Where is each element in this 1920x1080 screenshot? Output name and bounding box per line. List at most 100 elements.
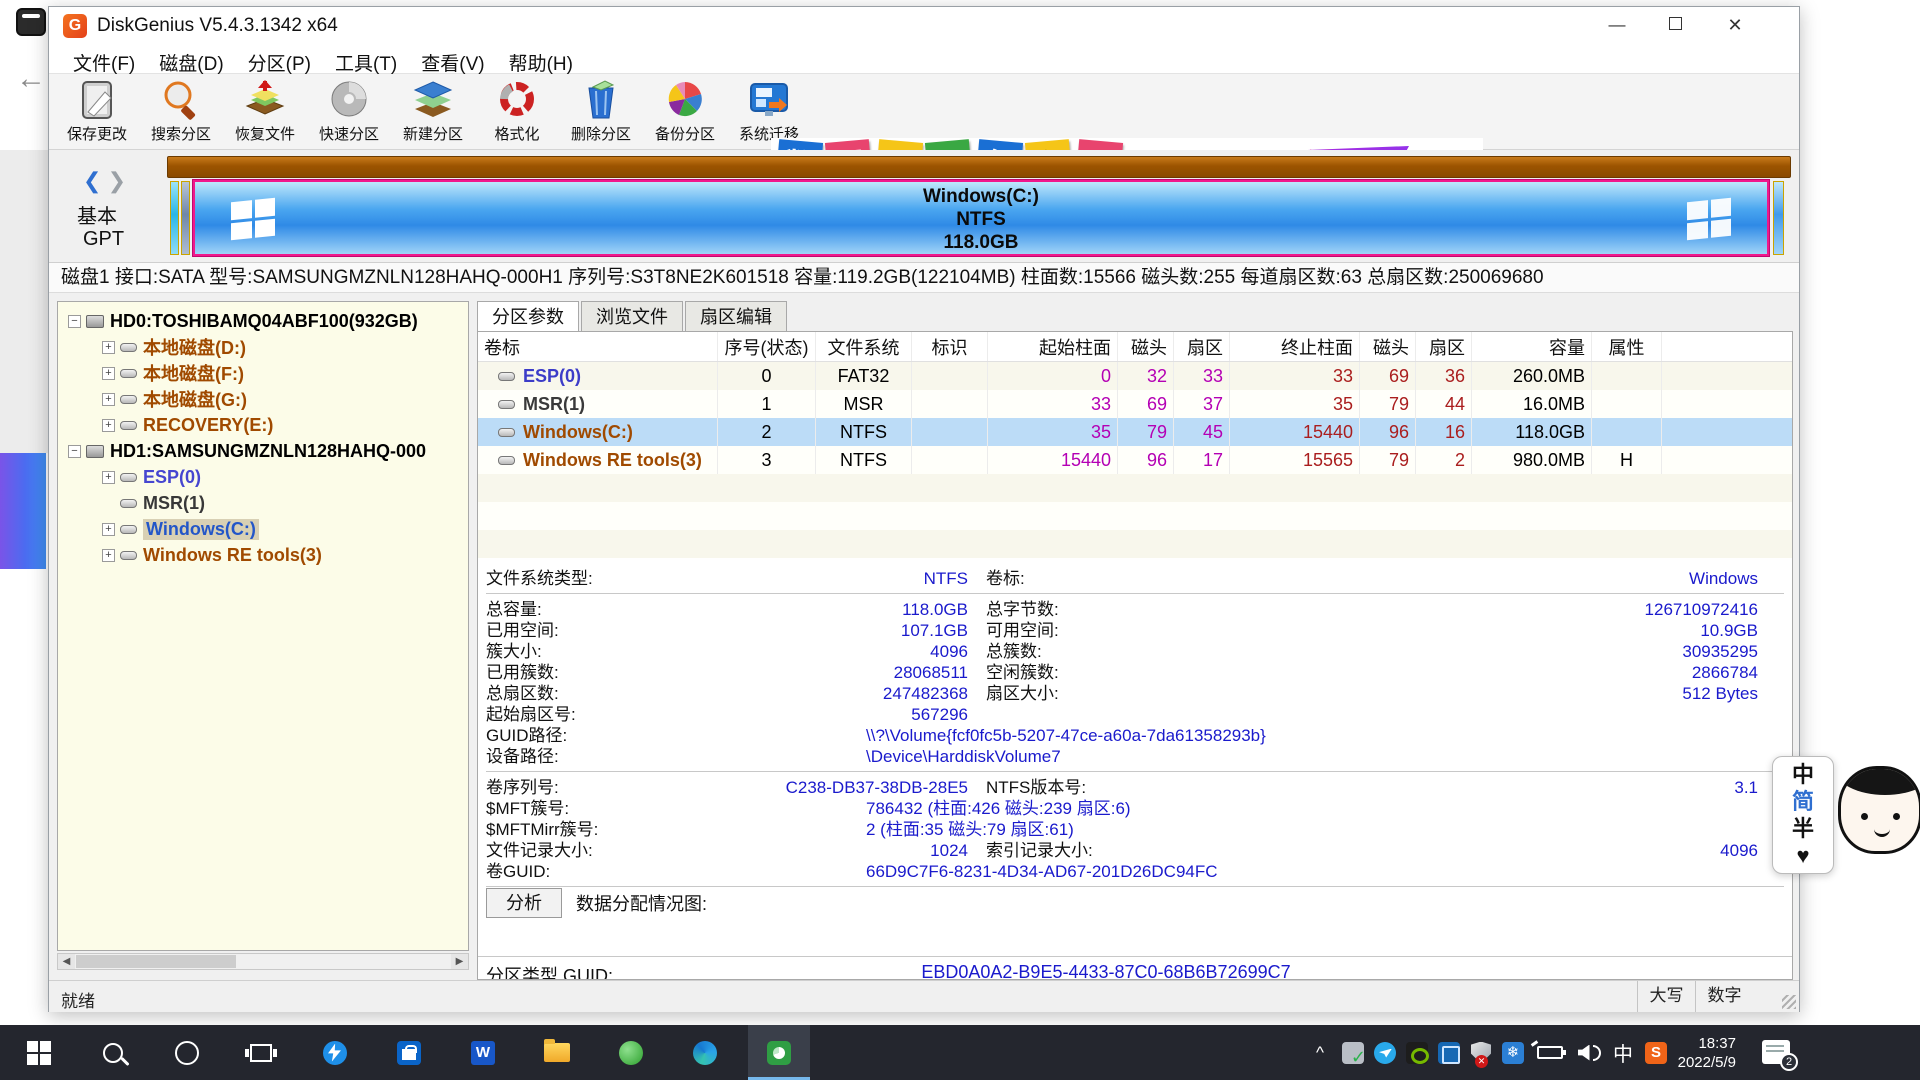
format-button[interactable]: 格式化 xyxy=(477,76,557,148)
tray-sogou-icon[interactable]: S xyxy=(1640,1025,1672,1080)
quick-partition-button[interactable]: 快速分区 xyxy=(309,76,389,148)
delete-partition-button[interactable]: 删除分区 xyxy=(561,76,641,148)
expand-icon[interactable]: + xyxy=(102,393,115,406)
cortana-icon xyxy=(175,1041,199,1065)
table-row[interactable]: Windows RE tools(3)3NTFS1544096171556579… xyxy=(478,446,1792,474)
new-partition-button[interactable]: 新建分区 xyxy=(393,76,473,148)
diskgenius-window: G DiskGenius V5.4.3.1342 x64 — ✕ 文件(F)磁盘… xyxy=(48,6,1800,1012)
msr-partition-block[interactable] xyxy=(181,181,190,255)
tray-power-icon[interactable] xyxy=(1530,1025,1570,1080)
tree-item[interactable]: +RECOVERY(E:) xyxy=(58,412,468,438)
tray-nvidia-icon[interactable] xyxy=(1402,1025,1432,1080)
windows-c-partition-block[interactable]: Windows(C:) NTFS 118.0GB xyxy=(193,180,1769,256)
new-partition-icon xyxy=(411,78,455,122)
expand-icon[interactable]: + xyxy=(102,367,115,380)
menu-bar: 文件(F)磁盘(D)分区(P)工具(T)查看(V)帮助(H) xyxy=(49,45,1799,74)
lightning-icon xyxy=(323,1041,347,1065)
tray-driver-icon[interactable] xyxy=(1338,1025,1368,1080)
tab-0[interactable]: 分区参数 xyxy=(477,301,579,331)
detail-label: 文件系统类型: xyxy=(486,568,726,589)
expand-icon[interactable]: + xyxy=(102,549,115,562)
diskgenius-taskbar-button[interactable] xyxy=(748,1025,810,1080)
detail-label: 已用簇数: xyxy=(486,662,726,683)
winre-partition-block[interactable] xyxy=(1773,181,1784,255)
tree-item[interactable]: +本地磁盘(D:) xyxy=(58,334,468,360)
back-arrow-icon[interactable]: ← xyxy=(16,62,46,96)
disk-header-bar[interactable] xyxy=(167,156,1791,178)
tree-item[interactable]: +MSR(1) xyxy=(58,490,468,516)
close-button[interactable]: ✕ xyxy=(1707,7,1763,43)
column-header: 终止柱面 xyxy=(1230,332,1360,361)
notification-center-icon[interactable]: 2 xyxy=(1762,1040,1790,1064)
search-partition-button[interactable]: 搜索分区 xyxy=(141,76,221,148)
tab-1[interactable]: 浏览文件 xyxy=(581,301,683,331)
tree-item[interactable]: −HD1:SAMSUNGMZNLN128HAHQ-000 xyxy=(58,438,468,464)
table-row[interactable]: ESP(0)0FAT3203233336936260.0MB xyxy=(478,362,1792,390)
tree-item[interactable]: +本地磁盘(F:) xyxy=(58,360,468,386)
detail-value: 1024 xyxy=(726,840,968,861)
expand-icon[interactable]: + xyxy=(102,341,115,354)
table-cell: 79 xyxy=(1118,418,1174,446)
edge-browser-button[interactable] xyxy=(674,1025,736,1080)
disk-graph-panel: ❮ ❯ 基本 GPT Windows(C:) NTFS 118.0GB xyxy=(49,150,1799,263)
table-row[interactable]: Windows(C:)2NTFS357945154409616118.0GB xyxy=(478,418,1792,446)
scrollbar-thumb[interactable] xyxy=(76,955,236,968)
resize-grip[interactable] xyxy=(1782,995,1796,1009)
table-cell: 2 xyxy=(1416,446,1472,474)
file-explorer-button[interactable] xyxy=(526,1025,588,1080)
taskbar-search-button[interactable] xyxy=(82,1025,144,1080)
detail-row: 簇大小:4096总簇数:30935295 xyxy=(486,641,1784,662)
start-button[interactable] xyxy=(8,1025,70,1080)
backup-partition-button[interactable]: 备份分区 xyxy=(645,76,725,148)
tree-item[interactable]: +Windows RE tools(3) xyxy=(58,542,468,568)
cortana-button[interactable] xyxy=(156,1025,218,1080)
browser-360-button[interactable] xyxy=(600,1025,662,1080)
minimize-button[interactable]: — xyxy=(1589,7,1645,43)
save-changes-button[interactable]: 保存更改 xyxy=(57,76,137,148)
tree-item[interactable]: +Windows(C:) xyxy=(58,516,468,542)
tray-volume-icon[interactable] xyxy=(1574,1025,1604,1080)
esp-partition-block[interactable] xyxy=(170,181,179,255)
expand-icon[interactable]: + xyxy=(102,419,115,432)
prev-disk-arrow-icon[interactable]: ❮ xyxy=(83,168,101,193)
tree-item[interactable]: +本地磁盘(G:) xyxy=(58,386,468,412)
recover-files-button[interactable]: 恢复文件 xyxy=(225,76,305,148)
tray-intel-graphics-icon[interactable] xyxy=(1434,1025,1464,1080)
notification-badge: 2 xyxy=(1780,1053,1798,1071)
table-row[interactable]: MSR(1)1MSR33693735794416.0MB xyxy=(478,390,1792,418)
analyze-button[interactable]: 分析 xyxy=(486,888,562,918)
tree-item[interactable]: +ESP(0) xyxy=(58,464,468,490)
tray-expand-button[interactable]: ^ xyxy=(1306,1025,1334,1080)
volume-label: MSR(1) xyxy=(523,394,585,415)
tray-snowflake-icon[interactable]: ❄ xyxy=(1498,1025,1528,1080)
maximize-button[interactable] xyxy=(1647,7,1703,43)
next-disk-arrow-icon[interactable]: ❯ xyxy=(108,168,126,193)
taskbar-clock[interactable]: 18:37 2022/5/9 xyxy=(1678,1025,1736,1080)
ime-float-widget[interactable]: 中简半♥ xyxy=(1772,756,1834,874)
scroll-left-arrow-icon[interactable]: ◀ xyxy=(58,954,75,969)
detail-label: 总簇数: xyxy=(968,641,1218,662)
task-view-button[interactable] xyxy=(230,1025,292,1080)
table-cell: 15440 xyxy=(1230,418,1360,446)
thunder-app-button[interactable] xyxy=(304,1025,366,1080)
detail-label: $MFTMirr簇号: xyxy=(486,819,726,840)
expand-icon[interactable]: + xyxy=(102,471,115,484)
search-icon xyxy=(159,78,203,122)
table-cell: 980.0MB xyxy=(1472,446,1592,474)
expand-icon[interactable]: + xyxy=(102,523,115,536)
main-content: −HD0:TOSHIBAMQ04ABF100(932GB)+本地磁盘(D:)+本… xyxy=(49,293,1799,980)
tray-ime-icon[interactable]: 中 xyxy=(1608,1025,1638,1080)
collapse-icon[interactable]: − xyxy=(68,315,81,328)
tree-item[interactable]: −HD0:TOSHIBAMQ04ABF100(932GB) xyxy=(58,308,468,334)
tab-2[interactable]: 扇区编辑 xyxy=(685,301,787,331)
tree-horizontal-scrollbar[interactable]: ◀ ▶ xyxy=(57,953,469,970)
disc-icon xyxy=(327,78,371,122)
collapse-icon[interactable]: − xyxy=(68,445,81,458)
table-cell: 96 xyxy=(1118,446,1174,474)
tray-messenger-icon[interactable] xyxy=(1370,1025,1400,1080)
tray-security-alert-icon[interactable]: ✕ xyxy=(1466,1025,1496,1080)
table-cell: 45 xyxy=(1174,418,1230,446)
store-app-button[interactable] xyxy=(378,1025,440,1080)
word-app-button[interactable]: W xyxy=(452,1025,514,1080)
scroll-right-arrow-icon[interactable]: ▶ xyxy=(451,954,468,969)
